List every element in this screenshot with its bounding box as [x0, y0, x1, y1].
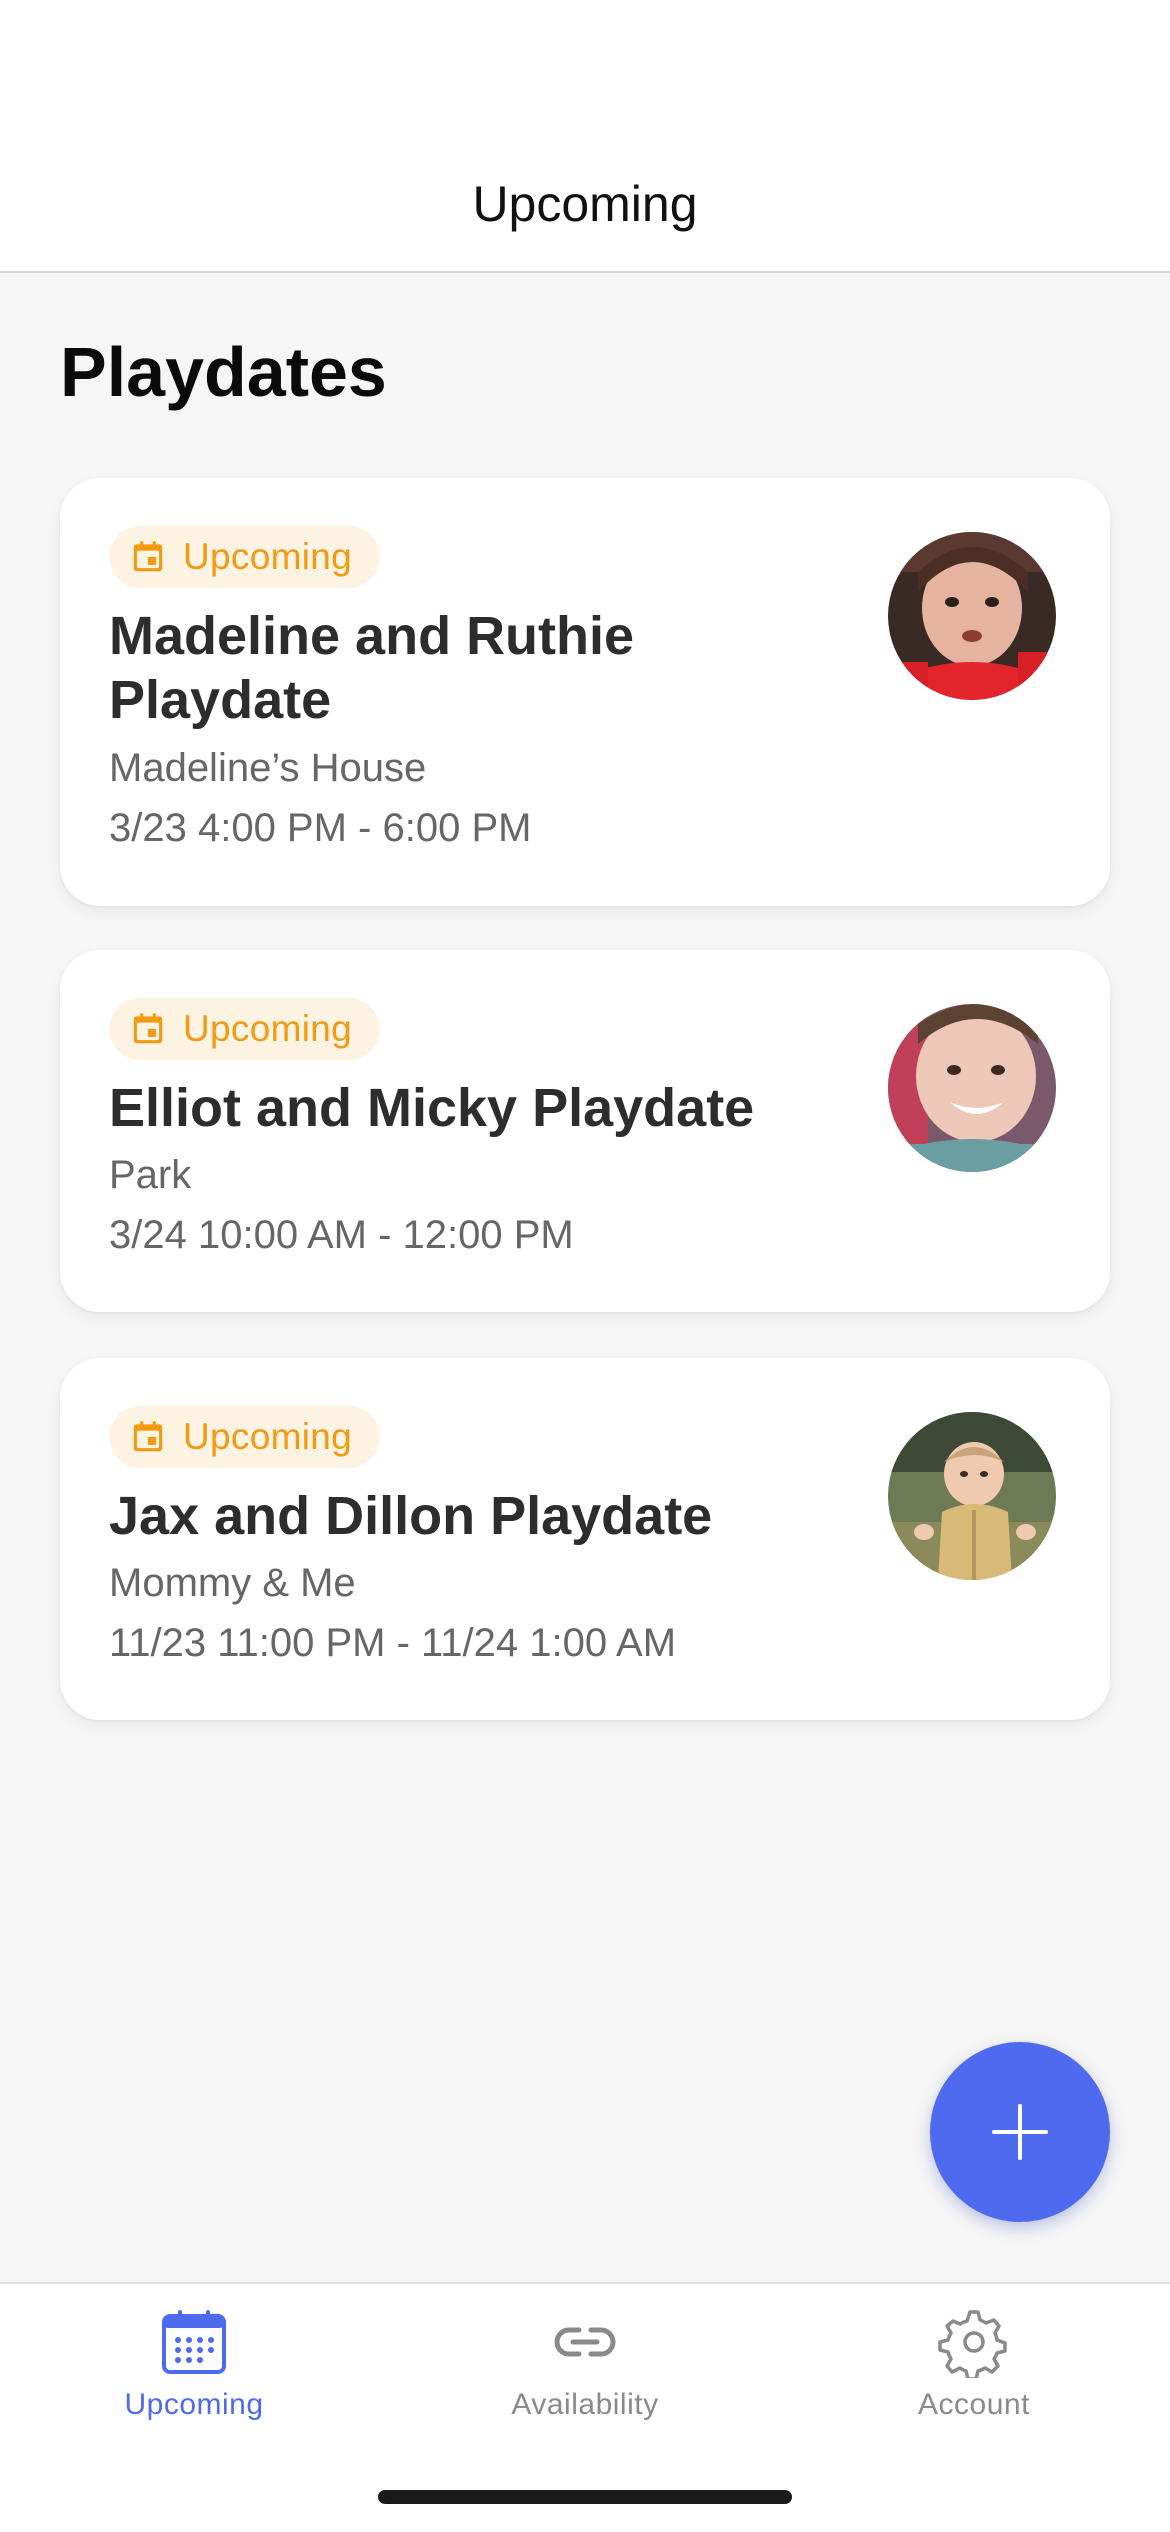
playdate-time: 3/24 10:00 AM - 12:00 PM	[109, 1213, 574, 1257]
gear-icon	[938, 2310, 1007, 2378]
nav-title: Upcoming	[472, 176, 698, 232]
link-icon	[554, 2327, 616, 2357]
calendar-icon	[133, 541, 163, 572]
tab-upcoming[interactable]: Upcoming	[44, 2306, 344, 2422]
avatar	[888, 1412, 1056, 1580]
tab-label: Availability	[511, 2388, 659, 2421]
status-label: Upcoming	[183, 1416, 352, 1457]
playdate-time: 3/23 4:00 PM - 6:00 PM	[109, 806, 532, 850]
playdate-title: Jax and Dillon Playdate	[109, 1486, 713, 1546]
calendar-icon	[133, 1421, 163, 1452]
calendar-icon	[133, 1013, 163, 1044]
tab-availability[interactable]: Availability	[435, 2306, 735, 2422]
avatar	[888, 1004, 1056, 1172]
status-label: Upcoming	[183, 1008, 352, 1049]
plus-icon	[992, 2104, 1048, 2160]
playdate-title: Elliot and Micky Playdate	[109, 1078, 755, 1138]
status-badge: Upcoming	[109, 526, 380, 588]
playdate-time: 11/23 11:00 PM - 11/24 1:00 AM	[109, 1621, 677, 1665]
playdate-location: Madeline’s House	[109, 746, 427, 790]
navigation-header: Upcoming	[0, 0, 1170, 273]
playdate-card[interactable]: Upcoming Elliot and Micky Playdate Park …	[60, 950, 1110, 1312]
tab-label: Account	[918, 2388, 1030, 2421]
status-badge: Upcoming	[109, 1406, 380, 1468]
playdate-title: Madeline and Ruthie Playdate	[109, 606, 635, 730]
playdate-card[interactable]: Upcoming Jax and Dillon Playdate Mommy &…	[60, 1358, 1110, 1720]
calendar-icon	[162, 2310, 226, 2374]
playdate-card[interactable]: Upcoming Madeline and Ruthie Playdate Ma…	[60, 478, 1110, 906]
playdate-location: Mommy & Me	[109, 1561, 356, 1605]
add-playdate-button[interactable]	[930, 2042, 1110, 2222]
screen: Upcoming Playdates Upcoming Madeline and…	[0, 0, 1170, 2532]
status-label: Upcoming	[183, 536, 352, 577]
page-title: Playdates	[60, 333, 387, 411]
status-badge: Upcoming	[109, 998, 380, 1060]
home-indicator	[378, 2490, 792, 2504]
playdate-location: Park	[109, 1153, 192, 1197]
tab-label: Upcoming	[124, 2388, 264, 2421]
avatar	[888, 532, 1056, 700]
tab-account[interactable]: Account	[824, 2306, 1124, 2422]
